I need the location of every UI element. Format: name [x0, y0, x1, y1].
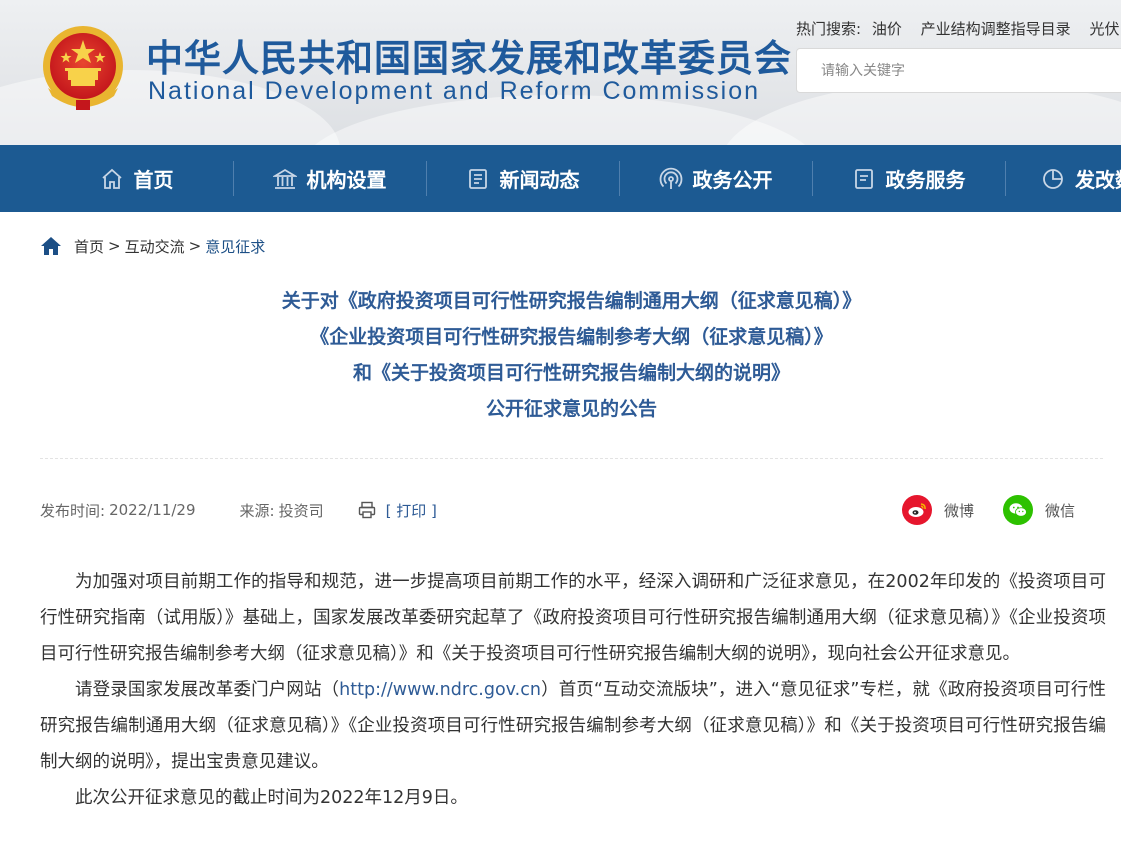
nav-item-government-affairs[interactable]: 政务公开	[619, 145, 812, 212]
article-paragraph: 此次公开征求意见的截止时间为2022年12月9日。	[75, 788, 468, 808]
search-input[interactable]	[797, 49, 1121, 92]
source-label: 来源:	[239, 501, 275, 520]
share-wechat-label: 微信	[1045, 501, 1076, 520]
pie-chart-icon	[1043, 168, 1063, 189]
ndrc-website-link[interactable]: http://www.ndrc.gov.cn	[339, 680, 541, 700]
print-button[interactable]: [ 打印 ]	[358, 500, 437, 521]
broadcast-icon	[659, 167, 682, 189]
article-paragraph: 为加强对项目前期工作的指导和规范，进一步提高项目前期工作的水平，经深入调研和广泛…	[40, 572, 1106, 664]
article-title-line: 关于对《政府投资项目可行性研究报告编制通用大纲（征求意见稿）》	[281, 290, 862, 312]
title-divider	[40, 458, 1103, 459]
share-weibo-label: 微博	[944, 501, 975, 520]
site-header: 中华人民共和国国家发展和改革委员会 National Development a…	[0, 0, 1121, 145]
news-icon	[468, 168, 487, 189]
article-paragraph: 请登录国家发展改革委门户网站（http://www.ndrc.gov.cn）首页…	[40, 672, 1106, 780]
nav-label: 政务服务	[885, 168, 966, 192]
nav-item-institution[interactable]: 机构设置	[233, 145, 426, 212]
site-title-en[interactable]: National Development and Reform Commissi…	[148, 76, 760, 106]
breadcrumb-separator: >	[108, 237, 121, 255]
home-icon[interactable]	[40, 236, 62, 256]
publish-date: 2022/11/29	[109, 501, 196, 519]
wechat-icon	[1003, 495, 1033, 525]
national-emblem-icon[interactable]	[38, 22, 128, 116]
nav-item-service[interactable]: 政务服务	[812, 145, 1005, 212]
article-title-line: 《企业投资项目可行性研究报告编制参考大纲（征求意见稿）》	[310, 326, 833, 348]
publish-label: 发布时间:	[40, 501, 106, 520]
institution-icon	[272, 168, 297, 189]
nav-item-data[interactable]: 发改数据	[1005, 145, 1121, 212]
search-box	[796, 48, 1121, 93]
printer-icon	[358, 501, 375, 519]
site-title-cn[interactable]: 中华人民共和国国家发展和改革委员会	[146, 38, 792, 80]
breadcrumb-home[interactable]: 首页	[74, 236, 104, 257]
service-icon	[854, 168, 873, 189]
article-meta: 发布时间: 2022/11/29 来源: 投资司 [ 打印 ]	[40, 498, 437, 522]
nav-item-news[interactable]: 新闻动态	[426, 145, 619, 212]
breadcrumb-interaction[interactable]: 互动交流	[125, 236, 185, 257]
nav-label: 机构设置	[306, 168, 387, 192]
article-title-line: 公开征求意见的公告	[485, 398, 657, 420]
hot-search: 热门搜索: 油价 产业结构调整指导目录 光伏	[796, 18, 1121, 40]
source-value: 投资司	[278, 501, 324, 520]
main-nav: 首页 机构设置 新闻动态 政务公开 政务服务 发改数据	[0, 145, 1121, 212]
hot-search-item[interactable]: 光伏	[1089, 20, 1119, 38]
article-body: 为加强对项目前期工作的指导和规范，进一步提高项目前期工作的水平，经深入调研和广泛…	[40, 564, 1106, 816]
nav-label: 首页	[133, 168, 174, 192]
print-label: [ 打印 ]	[385, 501, 437, 520]
nav-label: 发改数据	[1075, 168, 1121, 192]
share-wechat-button[interactable]: 微信	[1003, 495, 1075, 525]
home-icon	[101, 168, 122, 189]
article-title-line: 和《关于投资项目可行性研究报告编制大纲的说明》	[352, 362, 790, 384]
nav-label: 新闻动态	[499, 168, 580, 192]
paragraph-text: 请登录国家发展改革委门户网站（	[75, 680, 340, 700]
nav-label: 政务公开	[692, 168, 773, 192]
article-title: 关于对《政府投资项目可行性研究报告编制通用大纲（征求意见稿）》 《企业投资项目可…	[40, 283, 1103, 427]
weibo-icon	[902, 495, 932, 525]
hot-search-item[interactable]: 产业结构调整指导目录	[921, 20, 1071, 38]
share-weibo-button[interactable]: 微博	[902, 495, 974, 525]
breadcrumb: 首页 > 互动交流 > 意见征求	[40, 235, 265, 257]
breadcrumb-separator: >	[188, 237, 202, 255]
breadcrumb-current[interactable]: 意见征求	[205, 236, 265, 257]
hot-search-label: 热门搜索:	[796, 20, 862, 38]
nav-item-home[interactable]: 首页	[40, 145, 233, 212]
hot-search-item[interactable]: 油价	[872, 20, 902, 38]
